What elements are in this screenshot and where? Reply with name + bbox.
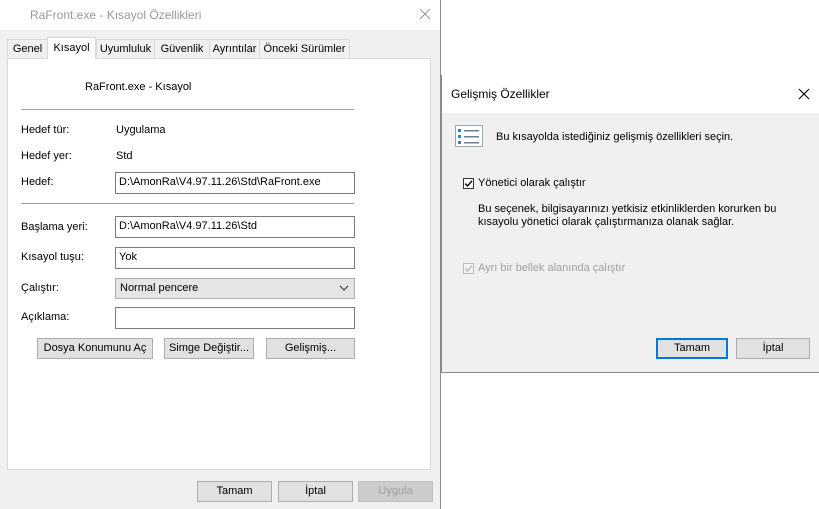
separate-memory-checkbox xyxy=(463,263,474,274)
start-in-label: Başlama yeri: xyxy=(21,221,88,233)
checkmark-icon xyxy=(464,180,473,188)
shortcut-name: RaFront.exe - Kısayol xyxy=(85,81,192,93)
chevron-down-icon xyxy=(339,285,349,291)
run-select[interactable]: Normal pencere xyxy=(115,278,355,299)
target-label: Hedef: xyxy=(21,176,54,188)
run-as-admin-help-line1: Bu seçenek, bilgisayarınızı yetkisiz etk… xyxy=(478,203,777,215)
run-label: Çalıştır: xyxy=(21,282,59,294)
separate-memory-label: Ayrı bir bellek alanında çalıştır xyxy=(478,262,626,274)
cancel-button[interactable]: İptal xyxy=(278,481,353,502)
shortcut-properties-window: RaFront.exe - Kısayol Özellikleri Genel … xyxy=(0,0,440,509)
tab-panel-shortcut: RaFront.exe - Kısayol Hedef tür: Uygulam… xyxy=(7,58,431,470)
advanced-button[interactable]: Gelişmiş... xyxy=(266,338,355,359)
run-select-value: Normal pencere xyxy=(120,282,199,294)
divider xyxy=(21,109,354,110)
change-icon-button[interactable]: Simge Değiştir... xyxy=(164,338,254,359)
tab-security[interactable]: Güvenlik xyxy=(154,39,210,57)
target-type-label: Hedef tür: xyxy=(21,124,70,136)
open-file-location-button[interactable]: Dosya Konumunu Aç xyxy=(37,338,153,359)
target-input[interactable]: D:\AmonRa\V4.97.11.26\Std\RaFront.exe xyxy=(115,172,355,194)
dialog-cancel-button[interactable]: İptal xyxy=(736,338,810,359)
dialog-title-bar: Gelişmiş Özellikler xyxy=(442,75,819,113)
tab-previous-versions[interactable]: Önceki Sürümler xyxy=(259,39,350,57)
advanced-properties-dialog: Gelişmiş Özellikler Bu kısayolda istediğ… xyxy=(441,75,819,373)
target-location-label: Hedef yer: xyxy=(21,150,72,162)
window-title: RaFront.exe - Kısayol Özellikleri xyxy=(30,8,202,22)
start-in-input[interactable]: D:\AmonRa\V4.97.11.26\Std xyxy=(115,216,355,238)
shortcut-key-label: Kısayol tuşu: xyxy=(21,251,84,263)
target-type-value: Uygulama xyxy=(116,124,166,136)
tab-general[interactable]: Genel xyxy=(7,39,48,57)
properties-list-icon xyxy=(455,125,483,147)
tab-shortcut[interactable]: Kısayol xyxy=(47,37,96,59)
ok-button[interactable]: Tamam xyxy=(197,481,272,502)
dialog-ok-button[interactable]: Tamam xyxy=(656,338,728,359)
apply-button: Uygula xyxy=(358,481,433,502)
divider xyxy=(21,203,354,204)
checkmark-icon xyxy=(464,265,473,273)
tab-compatibility[interactable]: Uyumluluk xyxy=(96,39,155,57)
title-bar: RaFront.exe - Kısayol Özellikleri xyxy=(0,0,440,30)
run-as-admin-label[interactable]: Yönetici olarak çalıştır xyxy=(478,177,586,189)
run-as-admin-checkbox[interactable] xyxy=(463,178,474,189)
run-as-admin-help-line2: kısayolu yönetici olarak çalıştırmanıza … xyxy=(478,216,735,228)
shortcut-key-input[interactable]: Yok xyxy=(115,247,355,269)
close-icon[interactable] xyxy=(417,6,433,22)
tab-details[interactable]: Ayrıntılar xyxy=(209,39,260,57)
dialog-description: Bu kısayolda istediğiniz gelişmiş özelli… xyxy=(496,131,734,143)
comment-label: Açıklama: xyxy=(21,311,70,323)
target-location-value: Std xyxy=(116,150,133,162)
close-icon[interactable] xyxy=(797,87,811,101)
dialog-title: Gelişmiş Özellikler xyxy=(451,87,550,101)
comment-input[interactable] xyxy=(115,307,355,329)
